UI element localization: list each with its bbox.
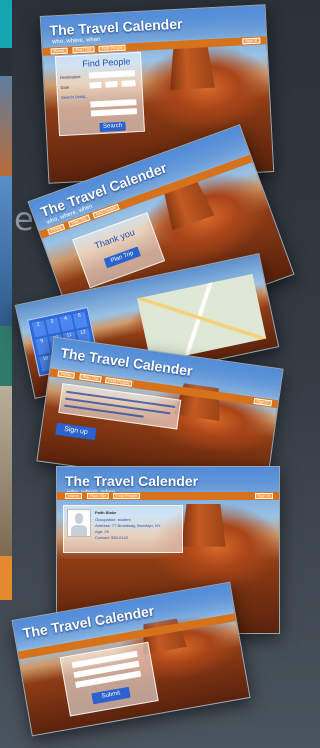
dark-block [0,48,12,76]
profile-line: Occupation: student [95,517,131,522]
search-field-2[interactable] [90,99,137,108]
search-button[interactable]: Search [99,121,126,133]
day-select[interactable] [89,81,102,89]
plan-trip-button[interactable]: Plan Trip [103,246,141,269]
nav-find-people[interactable]: Find People [104,377,133,387]
route-map[interactable] [137,273,267,364]
search-heading: Find People [82,56,131,69]
submit-form-panel: Submit [59,641,159,717]
advanced-search-link[interactable]: Search Using... [61,94,89,100]
nav-plan-trip[interactable]: Plan Trip [87,493,109,499]
search-field-3[interactable] [90,108,138,117]
destination-label: Destination: [59,73,82,81]
site-nav: Home Plan Trip Find People Sign In [57,492,279,500]
photo-block-2 [0,176,12,326]
calendar-day[interactable]: 4 [59,314,75,333]
photo-block-1 [0,76,12,176]
calendar-day[interactable]: 2 [31,320,47,338]
butte-rock [168,45,215,90]
nav-plan-trip[interactable]: Plan Trip [72,46,95,54]
profile-name: Faith Blake [95,510,117,515]
date-label: Date [60,84,70,91]
orange-block [0,556,12,600]
butte-rock [181,503,226,547]
left-edge-strip [0,0,12,600]
year-select[interactable] [121,80,136,87]
month-select[interactable] [105,81,118,88]
nav-sign-in[interactable]: Sign In [241,37,261,45]
nav-home[interactable]: Home [50,47,68,55]
sign-up-button[interactable]: Sign up [55,422,97,441]
nav-home[interactable]: Home [57,370,75,379]
profile-line: Contact: 555-0142 [95,535,128,540]
photo-block-4 [0,386,12,556]
calendar-day[interactable]: 5 [72,311,88,330]
destination-input[interactable] [88,70,136,79]
search-panel: Find People Destination: Date Search Usi… [54,51,145,137]
teal-block [0,0,12,48]
avatar [67,509,91,537]
profile-line: Age: 29 [95,529,109,534]
submit-button[interactable]: Submit [91,686,131,705]
thank-you-text: Thank you [93,227,136,251]
nav-home[interactable]: Home [65,493,82,499]
nav-sign-in[interactable]: Sign In [254,493,273,499]
screenshot-card-submit[interactable]: The Travel Calender Submit [11,581,251,737]
photo-block-3 [0,326,12,386]
nav-plan-trip[interactable]: Plan Trip [79,373,102,383]
nav-find-people[interactable]: Find People [113,493,141,499]
profile-panel: Faith Blake Occupation: student Address:… [63,505,183,553]
profile-line: Address: 77 Broadway, Brooklyn, NY [95,523,161,528]
nav-sign-in[interactable]: Sign In [253,397,273,407]
nav-find-people[interactable]: Find People [98,44,127,52]
calendar-day[interactable]: 3 [45,317,61,335]
calendar-day[interactable]: 9 [35,337,51,355]
site-title: The Travel Calender [65,473,199,489]
